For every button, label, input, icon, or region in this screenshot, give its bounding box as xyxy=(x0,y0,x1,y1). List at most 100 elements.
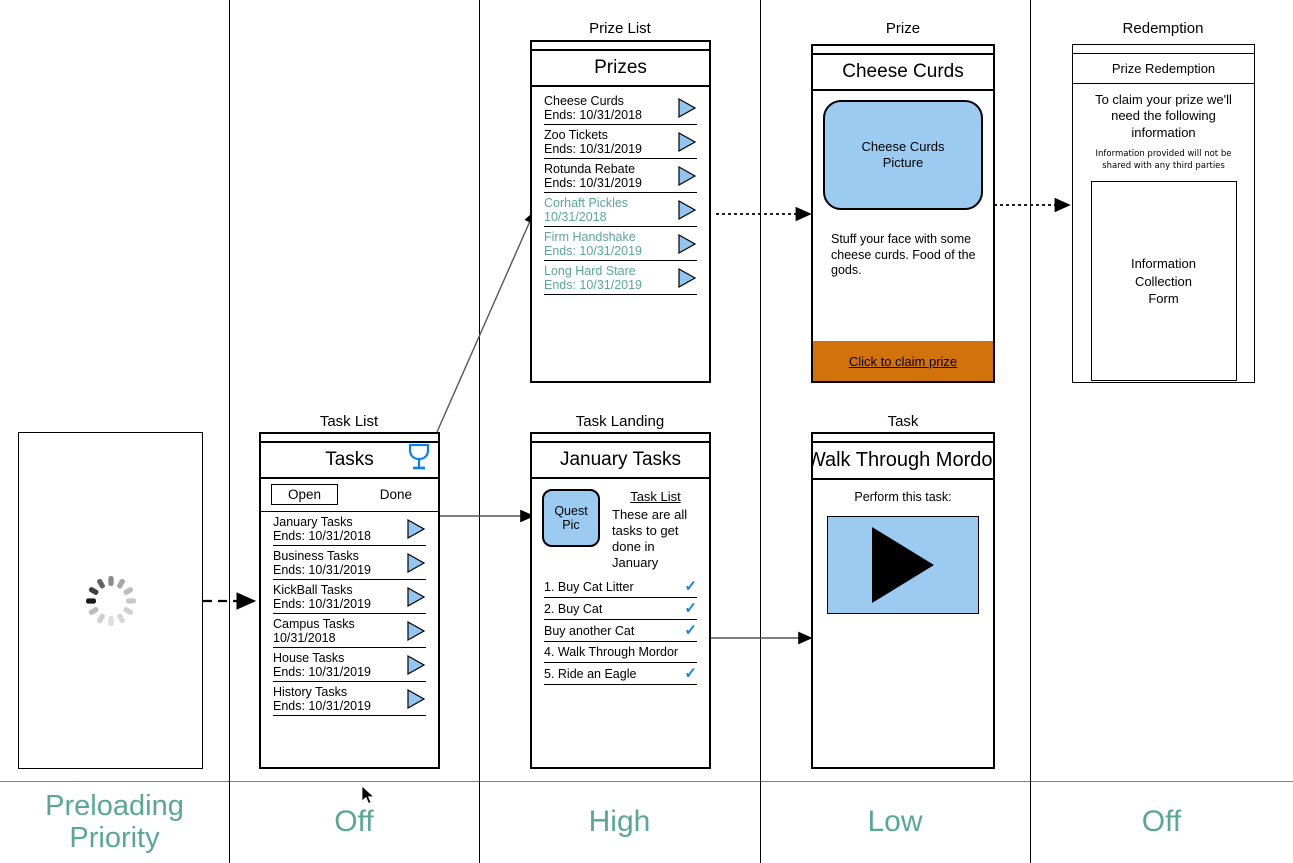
quest-picture-placeholder: Quest Pic xyxy=(542,489,600,547)
task-header: Walk Through Mordor xyxy=(813,443,993,480)
list-item[interactable]: 4. Walk Through Mordor xyxy=(544,642,697,664)
priority-value-redemption: Off xyxy=(1141,805,1182,839)
task-list-item-text: Campus Tasks 10/31/2018 xyxy=(273,617,355,645)
list-item[interactable]: 1. Buy Cat Litter ✓ xyxy=(544,576,697,599)
task-subtitle: Perform this task: xyxy=(854,490,952,504)
task-name: History Tasks xyxy=(273,685,348,699)
trophy-icon[interactable] xyxy=(406,443,432,477)
prize-picture-caption-line1: Cheese Curds xyxy=(861,139,945,155)
quest-pic-line2: Pic xyxy=(562,518,580,532)
checklist-label: 5. Ride an Eagle xyxy=(544,666,637,681)
prize-item-text: Rotunda Rebate Ends: 10/31/2019 xyxy=(544,162,642,190)
task-status-bar xyxy=(813,434,993,443)
quest-picture-caption: Quest Pic xyxy=(554,504,587,533)
prize-item-text: Zoo Tickets Ends: 10/31/2019 xyxy=(544,128,642,156)
tab-done[interactable]: Done xyxy=(364,485,428,504)
redemption-lead-text: To claim your prize we'll need the follo… xyxy=(1095,92,1232,140)
task-name: Business Tasks xyxy=(273,549,359,563)
prize-name: Rotunda Rebate xyxy=(544,162,636,176)
prize-list-panel-title: Prize List xyxy=(589,20,651,37)
task-name: Campus Tasks xyxy=(273,617,355,631)
prize-name: Zoo Tickets xyxy=(544,128,608,142)
form-line-2: Collection xyxy=(1134,273,1193,289)
chevron-play-icon[interactable] xyxy=(677,233,697,255)
task-name: House Tasks xyxy=(273,651,345,665)
task-list-header: Tasks xyxy=(261,443,438,479)
task-date: Ends: 10/31/2019 xyxy=(273,699,371,713)
task-header-label: Walk Through Mordor xyxy=(813,449,993,471)
list-item[interactable]: Rotunda Rebate Ends: 10/31/2019 xyxy=(544,159,697,193)
form-line-3: Form xyxy=(1148,291,1179,307)
task-landing-status-bar xyxy=(532,434,709,443)
task-name: KickBall Tasks xyxy=(273,583,353,597)
list-item[interactable]: Firm Handshake Ends: 10/31/2019 xyxy=(544,227,697,261)
chevron-play-icon[interactable] xyxy=(677,199,697,221)
task-list-header-label: Tasks xyxy=(325,449,374,470)
chevron-play-icon[interactable] xyxy=(406,552,426,574)
list-item[interactable]: Long Hard Stare Ends: 10/31/2019 xyxy=(544,261,697,295)
task-landing-panel-title: Task Landing xyxy=(575,413,665,430)
prize-list-status-bar xyxy=(532,42,709,51)
chevron-play-icon[interactable] xyxy=(406,654,426,676)
checklist-label: 1. Buy Cat Litter xyxy=(544,579,634,594)
chevron-play-icon[interactable] xyxy=(406,620,426,642)
task-date: Ends: 10/31/2018 xyxy=(273,529,371,543)
loading-panel-body xyxy=(19,433,202,768)
prize-picture-placeholder: Cheese Curds Picture xyxy=(823,100,983,210)
prize-list-header: Prizes xyxy=(532,51,709,87)
priority-row-label: Preloading Priority xyxy=(0,781,229,863)
chevron-play-icon[interactable] xyxy=(677,165,697,187)
check-icon: ✓ xyxy=(684,600,697,618)
list-item[interactable]: KickBall Tasks Ends: 10/31/2019 xyxy=(273,580,426,614)
chevron-play-icon[interactable] xyxy=(677,97,697,119)
prize-name: Corhaft Pickles xyxy=(544,196,629,210)
prize-date: Ends: 10/31/2018 xyxy=(544,108,642,122)
quest-text-block: Task List These are all tasks to get don… xyxy=(612,489,699,570)
task-name: January Tasks xyxy=(273,515,353,529)
redemption-panel-title: Redemption xyxy=(1122,20,1204,37)
task-body: Perform this task: xyxy=(813,480,993,767)
diagram-canvas: Task List Tasks Open Done January Tasks … xyxy=(0,0,1293,863)
information-collection-form[interactable]: Information Collection Form xyxy=(1090,181,1237,382)
list-item[interactable]: Zoo Tickets Ends: 10/31/2019 xyxy=(544,125,697,159)
prize-picture-caption: Cheese Curds Picture xyxy=(861,139,944,170)
check-icon: ✓ xyxy=(684,665,697,683)
task-landing-body: Quest Pic Task List These are all tasks … xyxy=(532,479,709,767)
prize-list-panel: Prizes Cheese Curds Ends: 10/31/2018 Zoo… xyxy=(530,40,711,383)
prize-list-body: Cheese Curds Ends: 10/31/2018 Zoo Ticket… xyxy=(532,87,709,381)
chevron-play-icon[interactable] xyxy=(406,586,426,608)
list-item[interactable]: House Tasks Ends: 10/31/2019 xyxy=(273,648,426,682)
priority-value-task-list: Off xyxy=(334,805,374,839)
check-icon: ✓ xyxy=(684,622,697,640)
list-item[interactable]: 2. Buy Cat ✓ xyxy=(544,598,697,621)
list-item[interactable]: 5. Ride an Eagle ✓ xyxy=(544,663,697,686)
quest-section-body: These are all tasks to get done in Janua… xyxy=(612,507,688,570)
list-item[interactable]: Buy another Cat ✓ xyxy=(544,620,697,643)
task-list-tabs: Open Done xyxy=(261,479,438,512)
prize-item-text: Firm Handshake Ends: 10/31/2019 xyxy=(544,230,642,258)
play-button-icon[interactable] xyxy=(872,527,934,603)
task-date: Ends: 10/31/2019 xyxy=(273,563,371,577)
list-item[interactable]: January Tasks Ends: 10/31/2018 xyxy=(273,512,426,546)
chevron-play-icon[interactable] xyxy=(677,267,697,289)
list-item[interactable]: Campus Tasks 10/31/2018 xyxy=(273,614,426,648)
prize-date: Ends: 10/31/2019 xyxy=(544,244,642,258)
task-landing-header-label: January Tasks xyxy=(559,449,682,470)
redemption-status-bar xyxy=(1073,45,1254,54)
checklist-label: 4. Walk Through Mordor xyxy=(544,645,679,660)
list-item[interactable]: History Tasks Ends: 10/31/2019 xyxy=(273,682,426,716)
list-item[interactable]: Cheese Curds Ends: 10/31/2018 xyxy=(544,91,697,125)
tab-open[interactable]: Open xyxy=(271,484,339,505)
list-item[interactable]: Business Tasks Ends: 10/31/2019 xyxy=(273,546,426,580)
task-date: Ends: 10/31/2019 xyxy=(273,665,371,679)
chevron-play-icon[interactable] xyxy=(677,131,697,153)
mouse-cursor xyxy=(361,785,375,805)
claim-prize-button[interactable]: Click to claim prize xyxy=(813,341,993,381)
chevron-play-icon[interactable] xyxy=(406,688,426,710)
chevron-play-icon[interactable] xyxy=(406,518,426,540)
prize-date: Ends: 10/31/2019 xyxy=(544,142,642,156)
task-video-player[interactable] xyxy=(827,516,979,614)
list-item[interactable]: Corhaft Pickles 10/31/2018 xyxy=(544,193,697,227)
prize-item-text: Corhaft Pickles 10/31/2018 xyxy=(544,196,628,224)
task-panel-title: Task xyxy=(887,413,919,430)
